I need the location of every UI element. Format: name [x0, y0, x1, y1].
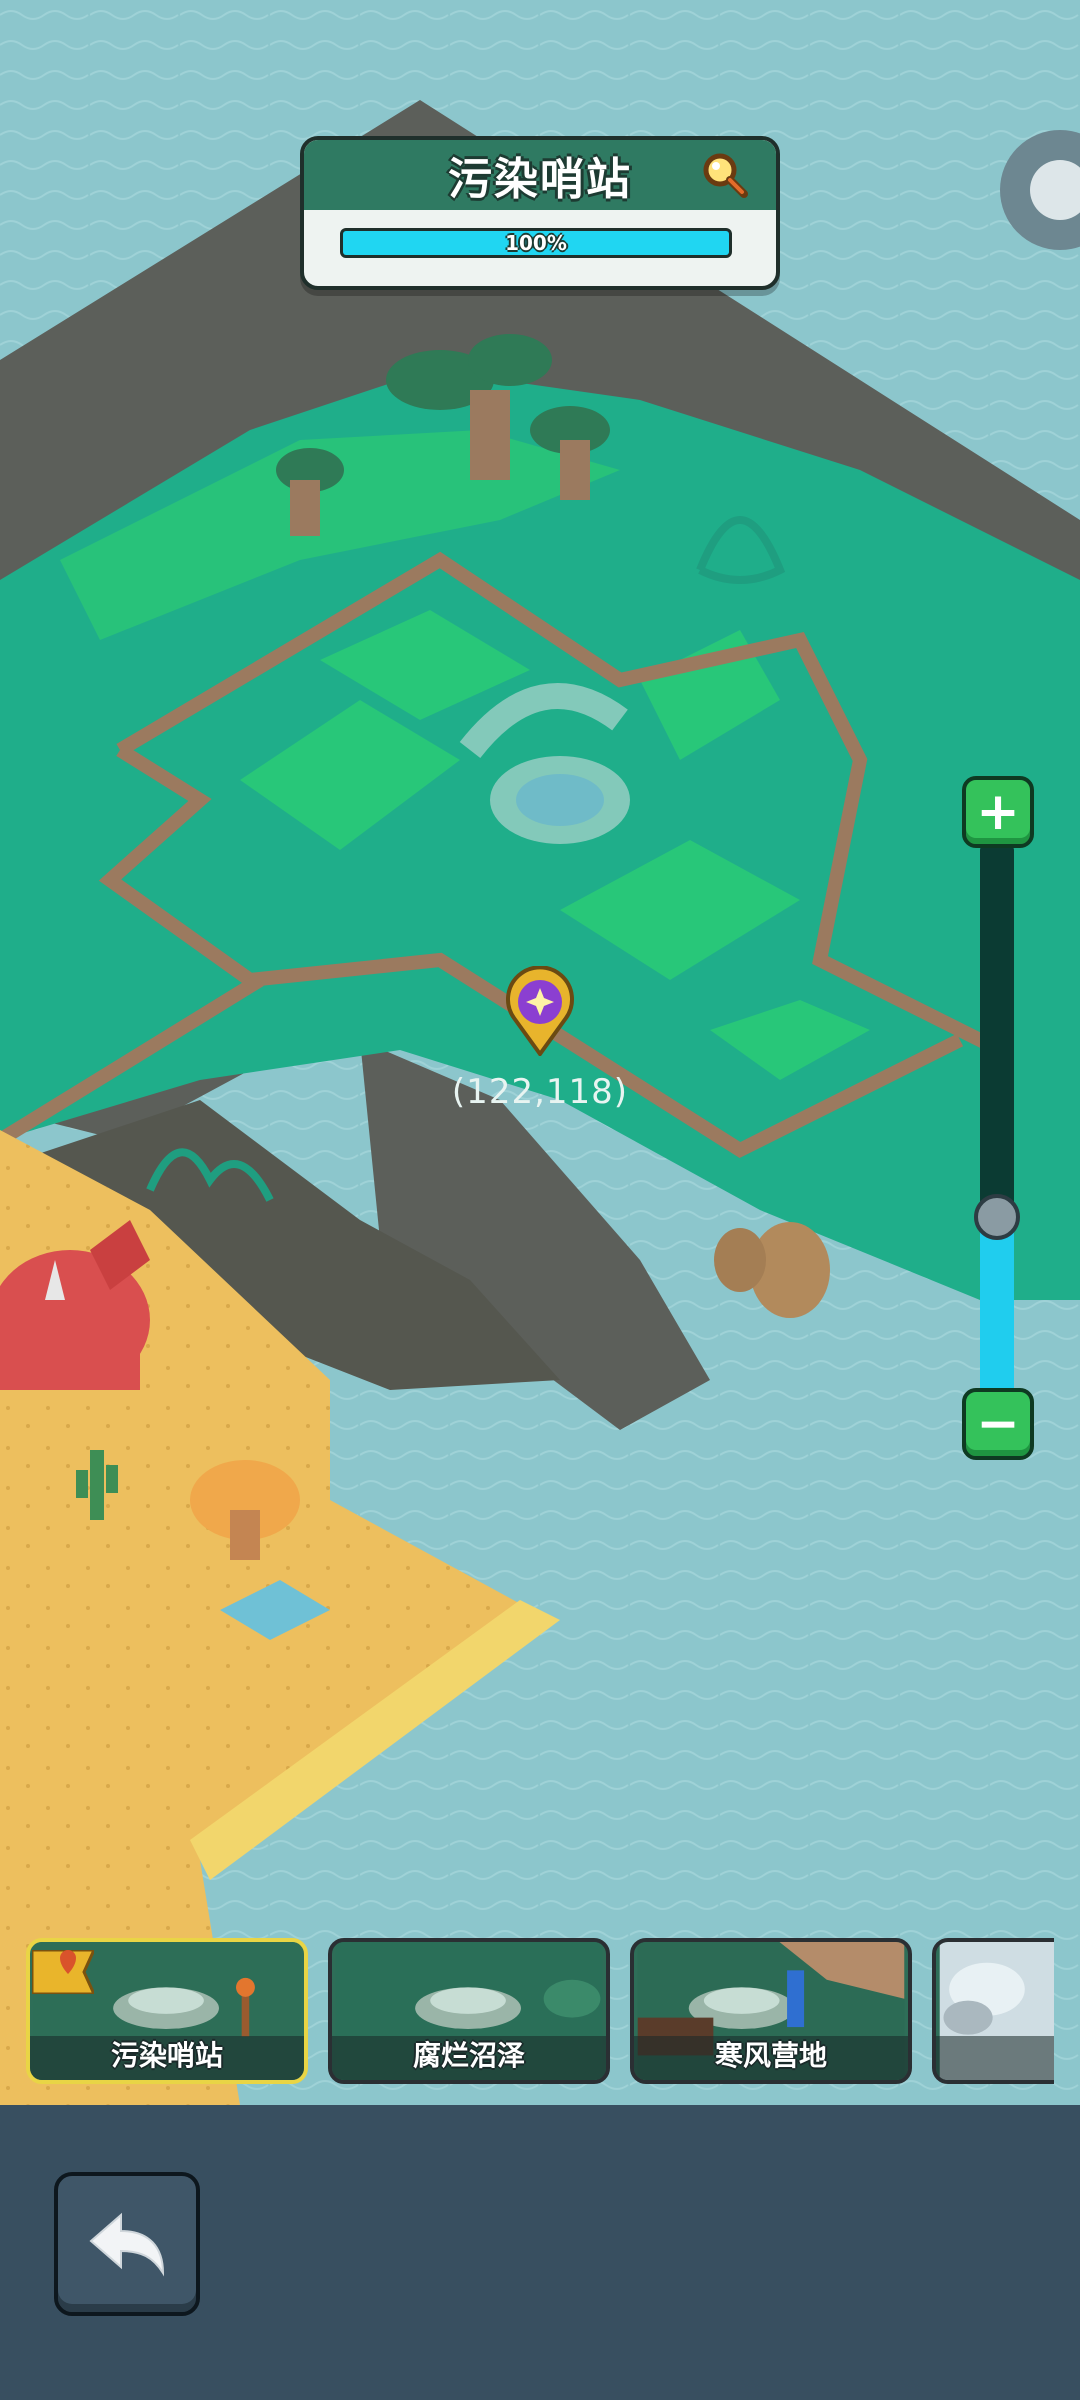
progress-label: 100%	[505, 231, 567, 255]
zoom-in-button[interactable]: +	[962, 776, 1034, 848]
zoom-out-button[interactable]: −	[962, 1388, 1034, 1460]
region-label: 腐烂沼泽	[412, 2039, 525, 2072]
back-arrow-icon	[89, 2212, 165, 2277]
marker-coordinates: (122,118)	[451, 1072, 629, 1112]
zoom-slider-fill	[980, 1217, 1014, 1392]
magnifier-icon[interactable]	[700, 150, 750, 200]
location-header: 污染哨站 100%	[300, 136, 780, 290]
exploration-progress-bar: 100%	[340, 228, 732, 258]
back-button[interactable]	[54, 2172, 200, 2316]
region-selector[interactable]: 污染哨站 腐烂沼泽 寒风营地	[0, 1938, 1054, 2088]
region-card[interactable]: 魔	[932, 1938, 1054, 2084]
zoom-slider-handle[interactable]	[974, 1194, 1020, 1241]
zoom-slider-track[interactable]	[980, 846, 1014, 1392]
world-map[interactable]: 污染哨站 100% (122,118) + − 污染哨站 腐烂沼泽 寒风营地	[0, 0, 1080, 2105]
purple-star-pin-icon[interactable]	[504, 966, 576, 1056]
region-label: 寒风营地	[714, 2039, 827, 2072]
region-label: 魔	[936, 2034, 1054, 2074]
region-label: 污染哨站	[110, 2039, 223, 2072]
current-location-flag-icon	[32, 1950, 94, 1994]
region-card[interactable]: 污染哨站	[26, 1938, 308, 2084]
location-title: 污染哨站	[448, 154, 632, 205]
region-card[interactable]: 寒风营地	[630, 1938, 912, 2084]
region-card[interactable]: 腐烂沼泽	[328, 1938, 610, 2084]
